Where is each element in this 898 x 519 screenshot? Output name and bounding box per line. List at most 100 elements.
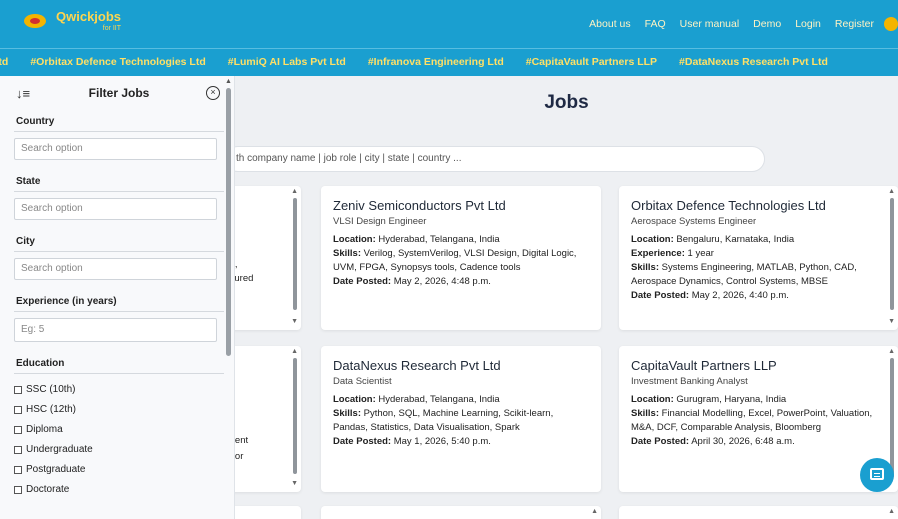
- education-option[interactable]: SSC (10th): [14, 380, 224, 400]
- card-scrollbar[interactable]: [890, 198, 894, 310]
- checkbox[interactable]: [14, 486, 22, 494]
- job-date: May 2, 2026, 4:48 p.m.: [393, 276, 491, 287]
- job-role: Data Scientist: [333, 376, 392, 387]
- skills-label: Skills:: [333, 248, 361, 259]
- checkbox[interactable]: [14, 426, 22, 434]
- close-icon[interactable]: ×: [206, 86, 220, 100]
- job-location: Gurugram, Haryana, India: [676, 394, 787, 405]
- filter-sidebar: ↓≡ Filter Jobs × Country Search option S…: [0, 76, 235, 519]
- ticker-item[interactable]: #Orbitax Defence Technologies Ltd: [30, 56, 205, 68]
- brand-logo[interactable]: Qwickjobs for IIT: [22, 10, 121, 32]
- ticker-item[interactable]: Ltd: [0, 56, 8, 68]
- company-name[interactable]: Zeniv Semiconductors Pvt Ltd: [333, 198, 589, 213]
- card-scrollbar[interactable]: [293, 358, 297, 474]
- company-name[interactable]: CapitaVault Partners LLP: [631, 358, 880, 373]
- date-posted-label: Date Posted:: [631, 436, 690, 447]
- country-search-input[interactable]: Search option: [14, 138, 217, 160]
- nav-register[interactable]: Register: [835, 18, 874, 30]
- scroll-down-arrow-icon[interactable]: ▼: [888, 318, 895, 325]
- skills-label: Skills:: [631, 262, 659, 273]
- ticker-item[interactable]: #DataNexus Research Pvt Ltd: [679, 56, 828, 68]
- logo-icon: [22, 11, 48, 31]
- job-card[interactable]: DataNexus Research Pvt Ltd Data Scientis…: [321, 346, 601, 492]
- scroll-down-arrow-icon[interactable]: ▼: [291, 480, 298, 487]
- checkbox[interactable]: [14, 386, 22, 394]
- state-label: State: [14, 170, 224, 192]
- card-scrollbar[interactable]: [890, 358, 894, 478]
- job-card[interactable]: [225, 506, 301, 519]
- nav-user-manual[interactable]: User manual: [680, 18, 740, 30]
- nav-demo[interactable]: Demo: [753, 18, 781, 30]
- experience-label: Experience (in years): [14, 290, 224, 312]
- location-label: Location:: [333, 394, 376, 405]
- chat-button[interactable]: [860, 458, 894, 492]
- company-ticker: Ltd #Orbitax Defence Technologies Ltd #L…: [0, 48, 898, 76]
- job-card[interactable]: ment otor ▲ ▼: [225, 346, 301, 492]
- state-search-input[interactable]: Search option: [14, 198, 217, 220]
- education-label: Education: [14, 352, 224, 374]
- job-card[interactable]: nt, ctured ▲ ▼: [225, 186, 301, 330]
- education-option[interactable]: HSC (12th): [14, 400, 224, 420]
- ticker-item[interactable]: #CapitaVault Partners LLP: [526, 56, 657, 68]
- city-label: City: [14, 230, 224, 252]
- scroll-down-arrow-icon[interactable]: ▼: [291, 318, 298, 325]
- job-role: Aerospace Systems Engineer: [631, 216, 757, 227]
- job-card[interactable]: Zeniv Semiconductors Pvt Ltd VLSI Design…: [321, 186, 601, 330]
- company-name[interactable]: DataNexus Research Pvt Ltd: [333, 358, 589, 373]
- ticker-item[interactable]: #LumiQ AI Labs Pvt Ltd: [228, 56, 346, 68]
- job-location: Hyderabad, Telangana, India: [378, 234, 500, 245]
- job-date: May 2, 2026, 4:40 p.m.: [691, 290, 789, 301]
- nav-login[interactable]: Login: [795, 18, 821, 30]
- settings-icon[interactable]: [884, 17, 898, 31]
- job-search-input[interactable]: th company name | job role | city | stat…: [225, 146, 765, 172]
- job-card[interactable]: Orbitax Defence Technologies Ltd Aerospa…: [619, 186, 898, 330]
- experience-input[interactable]: Eg: 5: [14, 318, 217, 342]
- nav-faq[interactable]: FAQ: [645, 18, 666, 30]
- job-role: VLSI Design Engineer: [333, 216, 427, 227]
- education-option[interactable]: Postgraduate: [14, 460, 224, 480]
- scroll-up-arrow-icon[interactable]: ▲: [888, 348, 895, 355]
- ticker-item[interactable]: #Infranova Engineering Ltd: [368, 56, 504, 68]
- job-card[interactable]: CapitaVault Partners LLP Investment Bank…: [619, 346, 898, 492]
- job-skills: Financial Modelling, Excel, PowerPoint, …: [631, 408, 873, 433]
- education-option[interactable]: Undergraduate: [14, 440, 224, 460]
- checkbox[interactable]: [14, 446, 22, 454]
- job-location: Hyderabad, Telangana, India: [378, 394, 500, 405]
- jobs-main: Jobs th company name | job role | city |…: [225, 76, 898, 519]
- brand-tagline: for IIT: [102, 25, 122, 32]
- date-posted-label: Date Posted:: [631, 290, 690, 301]
- filter-title: Filter Jobs: [88, 86, 150, 100]
- brand-name: Qwickjobs: [56, 9, 122, 24]
- city-search-input[interactable]: Search option: [14, 258, 217, 280]
- nav-about-us[interactable]: About us: [589, 18, 630, 30]
- job-skills: Systems Engineering, MATLAB, Python, CAD…: [631, 262, 857, 287]
- checkbox[interactable]: [14, 466, 22, 474]
- education-option[interactable]: Diploma: [14, 420, 224, 440]
- country-label: Country: [14, 110, 224, 132]
- checkbox[interactable]: [14, 406, 22, 414]
- scroll-up-arrow-icon[interactable]: ▲: [291, 348, 298, 355]
- scroll-up-arrow-icon[interactable]: ▲: [888, 188, 895, 195]
- top-navbar: Qwickjobs for IIT About us FAQ User manu…: [0, 0, 898, 48]
- card-scrollbar[interactable]: [293, 198, 297, 310]
- job-card[interactable]: ▲: [619, 506, 898, 519]
- nav-links: About us FAQ User manual Demo Login Regi…: [589, 0, 898, 48]
- job-skills: Python, SQL, Machine Learning, Scikit-le…: [333, 408, 554, 433]
- job-date: April 30, 2026, 6:48 a.m.: [691, 436, 795, 447]
- job-card[interactable]: ▲: [321, 506, 601, 519]
- location-label: Location:: [631, 234, 674, 245]
- job-date: May 1, 2026, 5:40 p.m.: [393, 436, 491, 447]
- scroll-up-arrow-icon[interactable]: ▲: [591, 508, 598, 515]
- scroll-up-arrow-icon[interactable]: ▲: [888, 508, 895, 515]
- education-option[interactable]: Doctorate: [14, 480, 224, 500]
- sort-icon[interactable]: ↓≡: [16, 86, 32, 101]
- job-skills: Verilog, SystemVerilog, VLSI Design, Dig…: [333, 248, 577, 273]
- job-experience: 1 year: [687, 248, 714, 259]
- company-name[interactable]: Orbitax Defence Technologies Ltd: [631, 198, 880, 213]
- sidebar-scrollbar[interactable]: [226, 88, 231, 356]
- job-role: Investment Banking Analyst: [631, 376, 748, 387]
- scroll-up-arrow-icon[interactable]: ▲: [225, 78, 232, 85]
- skills-label: Skills:: [631, 408, 659, 419]
- date-posted-label: Date Posted:: [333, 436, 392, 447]
- scroll-up-arrow-icon[interactable]: ▲: [291, 188, 298, 195]
